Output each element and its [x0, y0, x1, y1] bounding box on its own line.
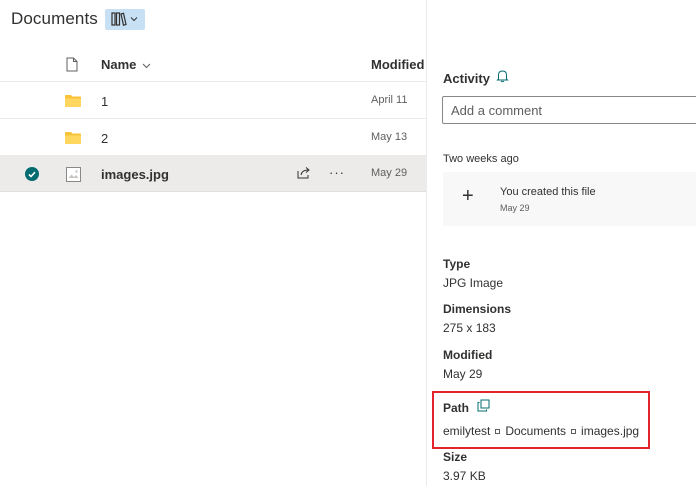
path-segment: Documents [505, 424, 567, 438]
table-row[interactable]: 1 April 11 [0, 83, 426, 119]
type-label: Type [443, 257, 471, 271]
dimensions-label: Dimensions [443, 302, 512, 316]
activity-group-label: Two weeks ago [443, 153, 519, 165]
activity-text: You created this file [500, 186, 596, 198]
path-segment: images.jpg [581, 424, 640, 438]
modified-column-header[interactable]: Modified [371, 57, 424, 72]
dimensions-value: 275 x 183 [443, 321, 496, 335]
chevron-down-icon [130, 16, 138, 22]
file-name[interactable]: images.jpg [101, 167, 169, 182]
title-bar: Documents [11, 7, 145, 31]
more-options-button[interactable]: ··· [329, 165, 345, 180]
selected-checkmark-icon[interactable] [25, 167, 39, 181]
path-header: Path [443, 399, 490, 417]
size-label: Size [443, 450, 468, 464]
page-title: Documents [11, 9, 98, 28]
activity-title: Activity [443, 71, 490, 86]
path-separator-icon [495, 428, 501, 434]
modified-date: May 29 [371, 167, 408, 179]
modified-value: May 29 [443, 367, 483, 381]
table-row-selected[interactable]: images.jpg ··· May 29 [0, 156, 426, 192]
file-name[interactable]: 2 [101, 131, 108, 146]
table-row[interactable]: 2 May 13 [0, 120, 426, 156]
details-pane: Activity Add a comment Two weeks ago + Y… [427, 0, 696, 486]
folder-icon [65, 94, 81, 112]
library-view-icon [111, 12, 128, 26]
name-column-label: Name [101, 57, 137, 72]
path-label: Path [443, 401, 470, 415]
size-value: 3.97 KB [443, 469, 486, 483]
chevron-down-icon [142, 57, 151, 72]
name-column-header[interactable]: Name [101, 57, 151, 72]
activity-header: Activity [443, 69, 509, 88]
file-list-pane: Documents Name Modified 1 April 11 2 May… [0, 0, 426, 486]
file-name[interactable]: 1 [101, 94, 108, 109]
type-value: JPG Image [443, 276, 504, 290]
folder-icon [65, 131, 81, 149]
path-breadcrumb: emilytest Documents images.jpg [443, 424, 639, 438]
modified-date: May 13 [371, 131, 408, 143]
plus-icon: + [462, 185, 474, 207]
modified-date: April 11 [371, 94, 408, 106]
path-segment: emilytest [443, 424, 491, 438]
view-options-button[interactable] [104, 8, 145, 30]
bell-icon[interactable] [496, 69, 509, 88]
path-separator-icon [571, 428, 577, 434]
modified-label: Modified [443, 348, 493, 362]
list-header: Name Modified [0, 48, 426, 82]
share-icon[interactable] [297, 166, 311, 184]
activity-date: May 29 [500, 203, 530, 213]
file-type-header-icon[interactable] [66, 57, 78, 77]
activity-item: + You created this file May 29 [443, 172, 696, 226]
comment-input[interactable]: Add a comment [442, 96, 696, 124]
image-file-icon [66, 167, 81, 187]
copy-icon[interactable] [477, 399, 490, 417]
